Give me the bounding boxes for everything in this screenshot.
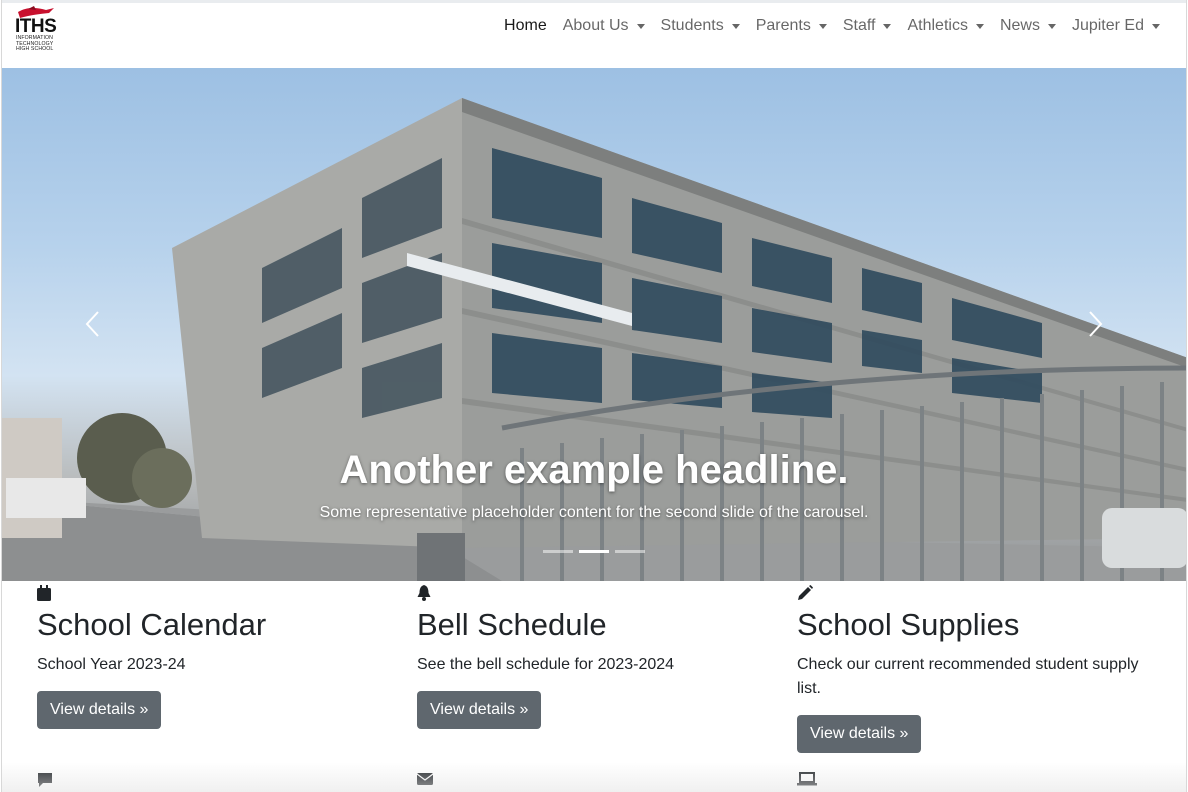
nav-staff[interactable]: Staff — [835, 17, 900, 35]
hero-carousel[interactable]: Another example headline. Some represent… — [2, 68, 1186, 581]
nav-about-us[interactable]: About Us — [555, 17, 653, 35]
caret-down-icon — [731, 23, 740, 29]
pencil-icon — [798, 585, 813, 600]
features-section: School Calendar School Year 2023-24 View… — [2, 581, 1186, 792]
feature-title: School Supplies — [797, 607, 1020, 642]
feature-title: School Calendar — [37, 607, 267, 642]
carousel-headline: Another example headline. — [339, 448, 849, 492]
logo-subtitle: INFORMATION TECHNOLOGY HIGH SCHOOL — [16, 35, 54, 53]
view-details-button[interactable]: View details » — [417, 691, 542, 729]
carousel-indicator-1[interactable] — [543, 550, 573, 553]
caret-down-icon — [883, 23, 892, 29]
carousel-prev-button[interactable] — [72, 304, 112, 344]
carousel-caption-text: Some representative placeholder content … — [319, 504, 869, 521]
chevron-left-icon — [85, 311, 99, 337]
nav-athletics[interactable]: Athletics — [899, 17, 991, 35]
carousel-indicators — [2, 550, 1186, 553]
caret-down-icon — [818, 23, 827, 29]
envelope-icon — [417, 773, 433, 785]
caret-down-icon — [975, 23, 984, 29]
laptop-icon — [797, 772, 817, 786]
carousel-next-button[interactable] — [1076, 304, 1116, 344]
feature-text: See the bell schedule for 2023-2024 — [417, 656, 675, 673]
carousel-caption: Another example headline. Some represent… — [2, 448, 1186, 522]
nav-jupiter-ed[interactable]: Jupiter Ed — [1064, 17, 1168, 35]
bell-icon — [417, 585, 431, 601]
feature-title: Bell Schedule — [417, 607, 607, 642]
main-nav: Home About Us Students Parents Staff Ath… — [496, 17, 1168, 35]
navbar: ITHS INFORMATION TECHNOLOGY HIGH SCHOOL … — [2, 0, 1186, 62]
chevron-right-icon — [1089, 311, 1103, 337]
view-details-button[interactable]: View details » — [37, 691, 162, 729]
feature-text: Check our current recommended student su… — [797, 656, 1139, 697]
nav-home[interactable]: Home — [496, 17, 555, 35]
feature-text: School Year 2023-24 — [37, 656, 186, 673]
nav-parents[interactable]: Parents — [748, 17, 835, 35]
page: ITHS INFORMATION TECHNOLOGY HIGH SCHOOL … — [1, 0, 1187, 792]
nav-students[interactable]: Students — [653, 17, 748, 35]
caret-down-icon — [1152, 23, 1160, 29]
view-details-button[interactable]: View details » — [797, 715, 922, 753]
carousel-indicator-3[interactable] — [615, 550, 645, 553]
caret-down-icon — [636, 23, 645, 29]
calendar-icon — [37, 585, 51, 601]
school-logo[interactable]: ITHS INFORMATION TECHNOLOGY HIGH SCHOOL — [14, 6, 70, 60]
nav-news[interactable]: News — [992, 17, 1064, 35]
caret-down-icon — [1047, 23, 1056, 29]
chat-icon — [38, 773, 52, 787]
carousel-indicator-2[interactable] — [579, 550, 609, 553]
